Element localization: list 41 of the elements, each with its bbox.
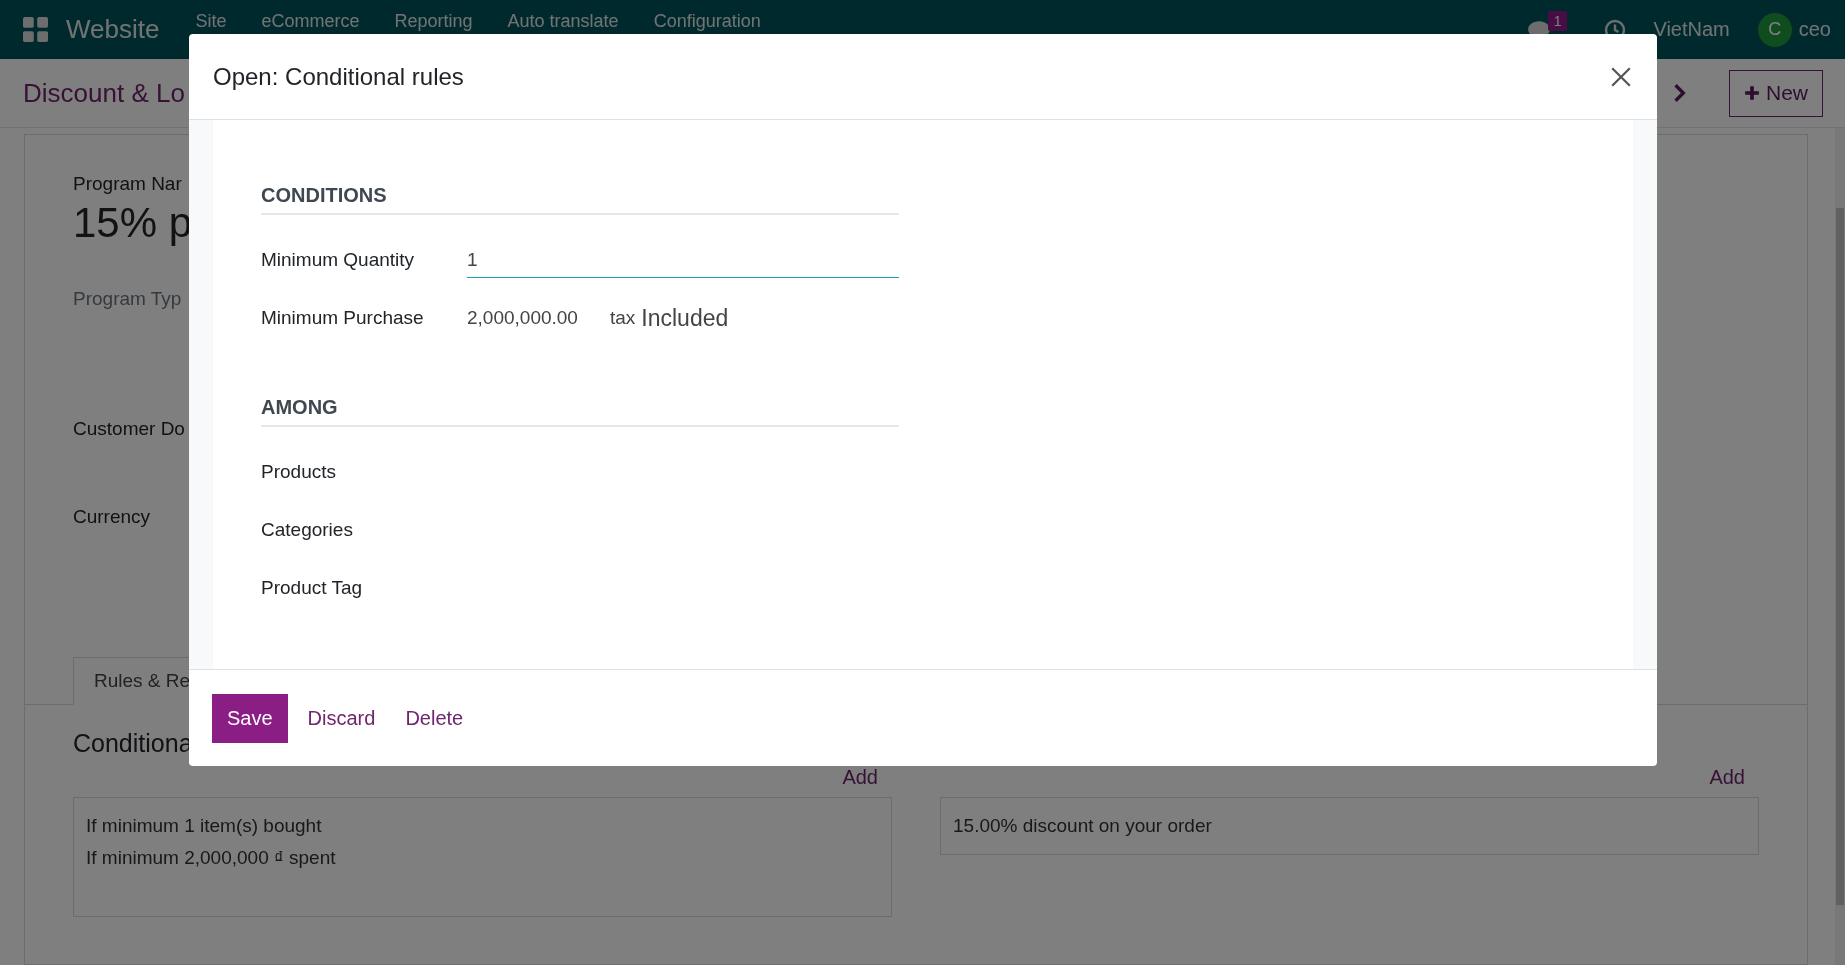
tax-mode-select[interactable]: Included [641,304,729,332]
field-label: Minimum Purchase [261,307,425,329]
menu-item[interactable]: eCommerce [261,10,360,32]
field-label: Product Tag [261,577,364,599]
user-avatar[interactable]: C [1757,12,1792,47]
plus-icon [1744,85,1760,101]
scrollbar[interactable] [1835,128,1845,965]
user-menu[interactable]: ceo [1798,18,1831,41]
amount-field[interactable]: 2,000,000.00 [467,307,578,329]
section-title: CONDITIONS [261,184,899,215]
save-button[interactable]: Save [212,693,288,743]
field-label: Minimum Quantity [261,249,416,271]
message-count-badge: 1 [1547,10,1568,31]
field-label: Program Nar [73,173,182,195]
app-name: Website [66,14,160,45]
add-link[interactable]: Add [1709,766,1745,789]
rule-text: If minimum 2,000,000 ₫ spent [86,846,337,870]
reward-card[interactable]: 15.00% discount on your order [940,797,1759,855]
next-record-icon[interactable] [1673,83,1687,103]
field-label: Program Typ [73,288,182,310]
close-icon[interactable] [1610,65,1632,88]
rule-card[interactable]: If minimum 1 item(s) bought If minimum 2,000,000 ₫ spent [73,797,892,917]
menu-item[interactable]: Configuration [653,10,761,32]
menu-item[interactable]: Reporting [394,10,473,32]
new-button[interactable]: New [1729,69,1823,117]
tax-label: tax [609,307,636,329]
menu-item[interactable]: Auto translate [507,10,619,32]
dialog-title: Open: Conditional rules [213,62,465,91]
reward-text: 15.00% discount on your order [953,814,1213,838]
apps-menu-icon[interactable] [23,17,48,42]
section-title: Conditiona [73,729,193,757]
field-label: Products [261,461,337,483]
field-label: Categories [261,519,354,541]
section-title: AMONG [261,396,899,427]
company-switcher[interactable]: VietNam [1653,18,1730,41]
add-link[interactable]: Add [842,766,878,789]
rule-text: If minimum 1 item(s) bought [86,814,323,838]
field-label: Currency [73,506,151,528]
breadcrumb[interactable]: Discount & Lo [23,77,185,109]
menu-item[interactable]: Site [195,10,227,32]
field-label: Customer Do [73,418,185,440]
